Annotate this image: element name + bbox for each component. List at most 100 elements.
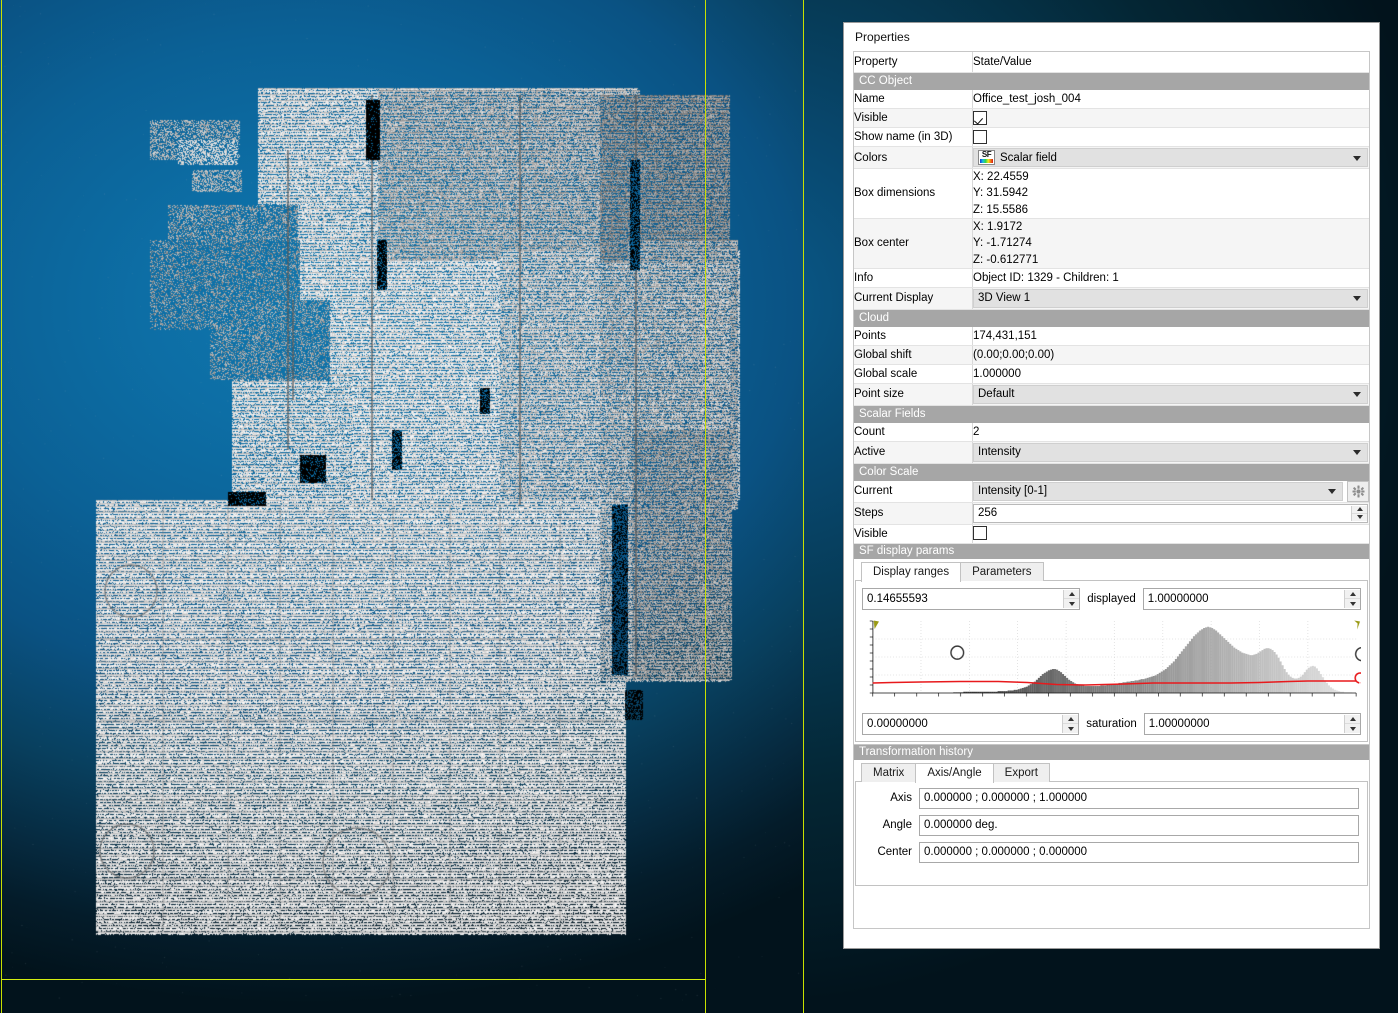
colors-combobox[interactable]: SFScalar field (973, 148, 1368, 167)
transformation-tab-pane: Axis0.000000 ; 0.000000 ; 1.000000 Angle0… (855, 781, 1368, 886)
3d-viewport[interactable] (0, 0, 803, 1013)
column-header-state-value: State/Value (973, 52, 1370, 73)
tab-parameters[interactable]: Parameters (960, 562, 1043, 581)
spin-up[interactable] (1064, 590, 1079, 600)
property-value[interactable]: 3D View 1 (973, 287, 1370, 309)
properties-header-row: PropertyState/Value (854, 52, 1369, 73)
checkbox-visible[interactable] (973, 526, 987, 540)
displayed-max-input[interactable]: 1.00000000 (1143, 588, 1361, 610)
property-key: Steps (854, 502, 973, 524)
combobox-value: 3D View 1 (978, 292, 1030, 304)
section-header-row: Scalar Fields (854, 405, 1369, 422)
spin-up[interactable] (1345, 715, 1360, 725)
transformation-field-value[interactable]: 0.000000 ; 0.000000 ; 1.000000 (919, 788, 1359, 809)
property-row: Point sizeDefault (854, 383, 1369, 405)
combobox[interactable]: Intensity (973, 443, 1368, 462)
chevron-down-icon (1328, 489, 1336, 494)
property-value[interactable]: Default (973, 383, 1370, 405)
property-value-line: Z: -0.612771 (973, 252, 1369, 268)
combobox-value: Scalar field (1000, 152, 1057, 164)
chevron-down-icon (1353, 450, 1361, 455)
tab-display-ranges[interactable]: Display ranges (861, 562, 961, 582)
transformation-field-label: Axis (864, 792, 919, 804)
transformation-field-value[interactable]: 0.000000 deg. (919, 815, 1359, 836)
spin-down[interactable] (1345, 599, 1360, 608)
property-row: Visible (854, 524, 1369, 543)
property-value[interactable]: Intensity (973, 441, 1370, 463)
property-value[interactable] (973, 524, 1370, 543)
steps-spinbox[interactable]: 256 (973, 504, 1368, 523)
checkbox-show-name-in-3d[interactable] (973, 130, 987, 144)
combobox[interactable]: 3D View 1 (973, 289, 1368, 308)
transformation-field-row: Angle0.000000 deg. (864, 815, 1359, 836)
transformation-field-value[interactable]: 0.000000 ; 0.000000 ; 0.000000 (919, 842, 1359, 863)
combobox-value: Default (978, 388, 1014, 400)
spin-up[interactable] (1352, 506, 1367, 514)
sf-tab-row[interactable]: Display rangesParameters (854, 559, 1369, 580)
saturation-min-input[interactable]: 0.00000000 (862, 713, 1079, 735)
property-key: Count (854, 422, 973, 441)
combobox[interactable]: Default (973, 385, 1368, 404)
color-scale-combobox[interactable]: Intensity [0-1] (973, 482, 1343, 501)
property-row: Points174,431,151 (854, 326, 1369, 345)
saturation-min-spinner[interactable] (1062, 715, 1078, 733)
property-value[interactable]: Intensity [0-1] (973, 480, 1370, 502)
spin-down[interactable] (1345, 724, 1360, 733)
saturation-max-input[interactable]: 1.00000000 (1144, 713, 1361, 735)
intensity-histogram-canvas[interactable] (862, 616, 1361, 706)
point-cloud-canvas[interactable] (0, 0, 803, 1013)
property-key: Show name (in 3D) (854, 128, 973, 147)
saturation-max-value: 1.00000000 (1145, 718, 1344, 730)
sf-display-params-header: SF display params (853, 544, 1370, 559)
displayed-range-row: 0.14655593 displayed 1.00000000 (856, 581, 1367, 616)
property-row: Count2 (854, 422, 1369, 441)
property-value-line: Y: -1.71274 (973, 235, 1369, 251)
transformation-field-label: Center (864, 846, 919, 858)
steps-spinner[interactable] (1351, 506, 1367, 521)
spin-up[interactable] (1345, 590, 1360, 600)
property-key: Info (854, 268, 973, 287)
tab-matrix[interactable]: Matrix (861, 763, 916, 782)
property-value-line: X: 1.9172 (973, 219, 1369, 235)
transformation-tab-row[interactable]: MatrixAxis/AngleExport (854, 760, 1369, 781)
saturation-max-spinner[interactable] (1344, 715, 1360, 733)
gear-icon[interactable] (1347, 481, 1369, 502)
sf-display-params-section: SF display params Display rangesParamete… (853, 544, 1370, 745)
property-value-line: Z: 15.5586 (973, 202, 1369, 218)
displayed-max-value: 1.00000000 (1144, 593, 1344, 605)
tab-axis-angle[interactable]: Axis/Angle (915, 763, 993, 783)
property-row: ColorsSFScalar field (854, 147, 1369, 169)
chevron-down-icon (1353, 296, 1361, 301)
property-value[interactable]: 256 (973, 502, 1370, 524)
checkbox-visible[interactable] (973, 111, 987, 125)
property-value: Office_test_josh_004 (973, 90, 1370, 109)
property-value[interactable]: SFScalar field (973, 147, 1370, 169)
property-value: 1.000000 (973, 364, 1370, 383)
property-key: Box dimensions (854, 169, 973, 219)
displayed-min-input[interactable]: 0.14655593 (862, 588, 1080, 610)
saturation-label: saturation (1086, 718, 1137, 730)
property-key: Name (854, 90, 973, 109)
properties-panel: Properties PropertyState/ValueCC ObjectN… (843, 22, 1380, 949)
property-key: Visible (854, 109, 973, 128)
bbox-edge-mid (705, 0, 706, 1013)
property-row: Global scale1.000000 (854, 364, 1369, 383)
property-row: Box dimensionsX: 22.4559Y: 31.5942Z: 15.… (854, 169, 1369, 219)
properties-table-container: PropertyState/ValueCC ObjectNameOffice_t… (853, 51, 1370, 544)
property-value[interactable] (973, 128, 1370, 147)
transformation-history-header: Transformation history (853, 745, 1370, 760)
spin-down[interactable] (1352, 514, 1367, 521)
spin-down[interactable] (1064, 599, 1079, 608)
displayed-min-spinner[interactable] (1063, 590, 1079, 608)
property-key: Box center (854, 218, 973, 268)
spin-down[interactable] (1063, 724, 1078, 733)
section-header-label: Scalar Fields (854, 405, 1369, 422)
app-root: Properties PropertyState/ValueCC ObjectN… (0, 0, 1398, 1013)
property-value[interactable] (973, 109, 1370, 128)
histogram-widget[interactable] (862, 616, 1361, 706)
bbox-edge-bottom (1, 979, 706, 980)
tab-export[interactable]: Export (993, 763, 1050, 782)
panel-title: Properties (844, 23, 1379, 51)
displayed-max-spinner[interactable] (1344, 590, 1360, 608)
spin-up[interactable] (1063, 715, 1078, 725)
